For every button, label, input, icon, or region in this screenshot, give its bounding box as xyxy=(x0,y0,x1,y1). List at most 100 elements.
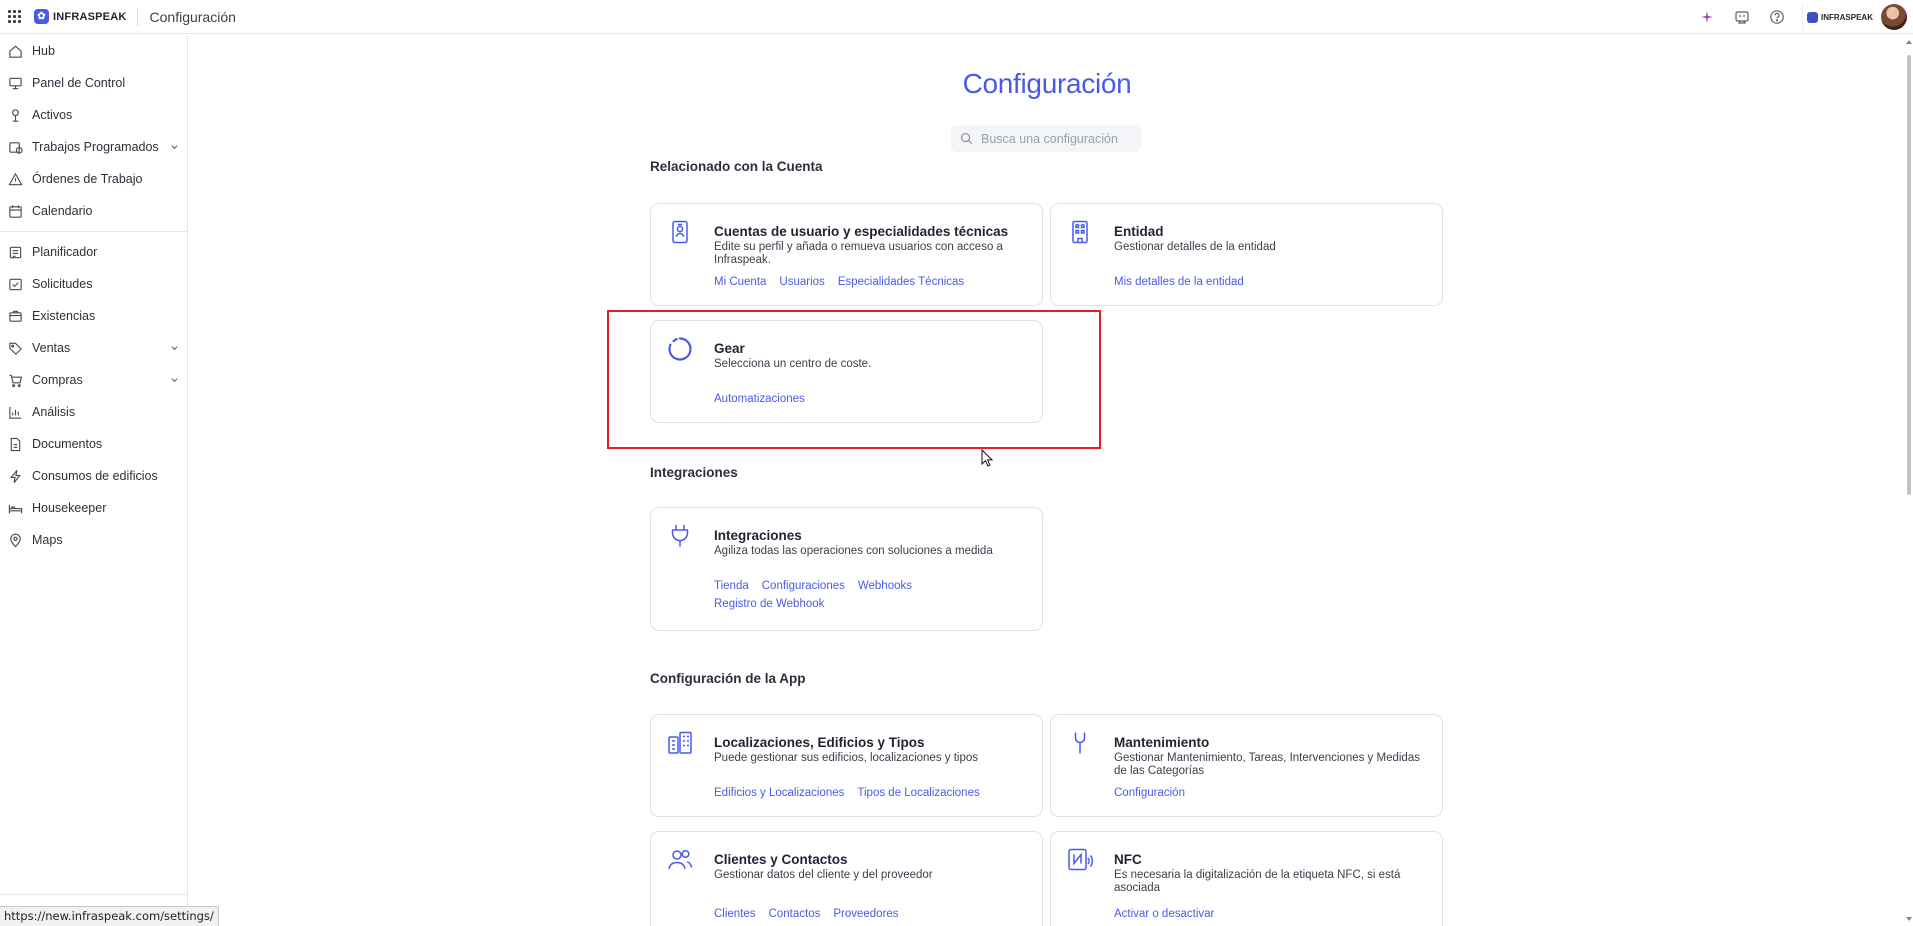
scroll-down-arrow-icon[interactable] xyxy=(1906,917,1912,921)
card-integrations[interactable]: Integraciones Agiliza todas las operacio… xyxy=(650,507,1043,631)
apps-grid-icon[interactable] xyxy=(8,9,22,24)
chevron-down-icon[interactable] xyxy=(170,343,179,352)
document-icon xyxy=(10,437,21,451)
sidebar: Hub Panel de Control Activos Trabajos Pr… xyxy=(0,35,188,926)
sidebar-item-documentos[interactable]: Documentos xyxy=(0,428,187,460)
scroll-up-arrow-icon[interactable] xyxy=(1906,40,1912,44)
link-tipos-localizaciones[interactable]: Tipos de Localizaciones xyxy=(857,787,979,799)
chevron-down-icon[interactable] xyxy=(170,375,179,384)
sidebar-item-panel-de-control[interactable]: Panel de Control xyxy=(0,67,187,99)
sidebar-item-trabajos-programados[interactable]: Trabajos Programados xyxy=(0,131,187,163)
home-icon xyxy=(9,45,22,58)
sidebar-item-label: Análisis xyxy=(32,405,76,419)
sidebar-item-label: Ventas xyxy=(32,341,71,355)
link-registro-webhook[interactable]: Registro de Webhook xyxy=(714,598,824,610)
sidebar-item-maps[interactable]: Maps xyxy=(0,524,187,556)
sidebar-item-activos[interactable]: Activos xyxy=(0,99,187,131)
card-title: Clientes y Contactos xyxy=(714,852,848,867)
card-title: Gear xyxy=(714,341,745,356)
sidebar-item-label: Trabajos Programados xyxy=(32,140,159,154)
card-description: Gestionar Mantenimiento, Tareas, Interve… xyxy=(1114,752,1420,777)
link-especialidades-tecnicas[interactable]: Especialidades Técnicas xyxy=(838,276,964,288)
chart-icon xyxy=(9,406,22,419)
sidebar-item-existencias[interactable]: Existencias xyxy=(0,300,187,332)
link-usuarios[interactable]: Usuarios xyxy=(779,276,824,288)
link-tienda[interactable]: Tienda xyxy=(714,580,749,592)
section-title-app: Configuración de la App xyxy=(650,671,806,686)
sidebar-item-housekeeper[interactable]: Housekeeper xyxy=(0,492,187,524)
divider xyxy=(136,7,138,26)
stock-icon xyxy=(9,310,22,322)
sidebar-item-analisis[interactable]: Análisis xyxy=(0,396,187,428)
chevron-down-icon[interactable] xyxy=(170,142,179,151)
sidebar-item-label: Hub xyxy=(32,44,55,58)
sidebar-item-ventas[interactable]: Ventas xyxy=(0,332,187,364)
card-maintenance[interactable]: Mantenimiento Gestionar Mantenimiento, T… xyxy=(1050,714,1443,817)
card-entity[interactable]: Entidad Gestionar detalles de la entidad… xyxy=(1050,203,1443,306)
company-switcher[interactable]: INFRASPEAK xyxy=(1801,4,1877,30)
sidebar-item-solicitudes[interactable]: Solicitudes xyxy=(0,268,187,300)
link-mis-detalles-entidad[interactable]: Mis detalles de la entidad xyxy=(1114,276,1244,288)
link-proveedores[interactable]: Proveedores xyxy=(833,908,898,920)
sidebar-item-label: Panel de Control xyxy=(32,76,126,90)
avatar[interactable] xyxy=(1881,4,1907,30)
search-input[interactable] xyxy=(981,131,1131,146)
card-nfc[interactable]: NFC Es necesaria la digitalización de la… xyxy=(1050,831,1443,926)
bed-icon xyxy=(8,504,23,513)
sidebar-item-label: Existencias xyxy=(32,309,96,323)
brand-name: INFRASPEAK xyxy=(53,10,127,23)
link-edificios-localizaciones[interactable]: Edificios y Localizaciones xyxy=(714,787,844,799)
sidebar-divider xyxy=(0,231,187,232)
sidebar-item-label: Compras xyxy=(32,373,83,387)
sparkle-icon[interactable] xyxy=(1698,8,1716,26)
card-user-accounts[interactable]: Cuentas de usuario y especialidades técn… xyxy=(650,203,1043,306)
card-title: Mantenimiento xyxy=(1114,735,1210,750)
link-configuraciones[interactable]: Configuraciones xyxy=(762,580,845,592)
sidebar-item-hub[interactable]: Hub xyxy=(0,35,187,67)
card-links: Activar o desactivar xyxy=(1114,908,1434,920)
link-configuracion[interactable]: Configuración xyxy=(1114,787,1185,799)
card-gear[interactable]: Gear Selecciona un centro de coste. Auto… xyxy=(650,320,1043,423)
sidebar-item-label: Planificador xyxy=(32,245,98,259)
sidebar-item-planificador[interactable]: Planificador xyxy=(0,236,187,268)
brand-logo[interactable]: ✿ INFRASPEAK xyxy=(34,9,127,24)
card-locations[interactable]: Localizaciones, Edificios y Tipos Puede … xyxy=(650,714,1043,817)
sidebar-item-calendario[interactable]: Calendario xyxy=(0,195,187,227)
card-clients[interactable]: Clientes y Contactos Gestionar datos del… xyxy=(650,831,1043,926)
card-links: Automatizaciones xyxy=(714,393,1034,405)
scheduled-work-icon xyxy=(9,141,23,154)
link-contactos[interactable]: Contactos xyxy=(769,908,821,920)
link-activar-desactivar[interactable]: Activar o desactivar xyxy=(1114,908,1214,920)
sidebar-item-consumos-de-edificios[interactable]: Consumos de edificios xyxy=(0,460,187,492)
sidebar-item-label: Órdenes de Trabajo xyxy=(32,172,143,186)
sidebar-item-label: Calendario xyxy=(32,204,93,218)
plug-icon xyxy=(671,525,689,547)
card-title: Localizaciones, Edificios y Tipos xyxy=(714,735,925,750)
link-mi-cuenta[interactable]: Mi Cuenta xyxy=(714,276,766,288)
building-icon xyxy=(1072,220,1088,244)
search-box[interactable] xyxy=(951,125,1141,152)
requests-icon xyxy=(9,278,22,290)
lightning-icon xyxy=(10,469,21,483)
scrollbar-thumb[interactable] xyxy=(1907,55,1911,495)
sidebar-item-label: Documentos xyxy=(32,437,103,451)
assistant-icon[interactable] xyxy=(1733,8,1751,26)
link-clientes[interactable]: Clientes xyxy=(714,908,756,920)
help-icon[interactable] xyxy=(1768,8,1786,26)
sidebar-item-compras[interactable]: Compras xyxy=(0,364,187,396)
link-automatizaciones[interactable]: Automatizaciones xyxy=(714,393,805,405)
assets-icon xyxy=(12,108,19,122)
logo-mark-icon: ✿ xyxy=(34,9,49,24)
sidebar-item-label: Consumos de edificios xyxy=(32,469,158,483)
top-bar: ✿ INFRASPEAK Configuración INFRASPEAK xyxy=(0,0,1913,34)
calendar-icon xyxy=(9,204,22,218)
card-description: Es necesaria la digitalización de la eti… xyxy=(1114,869,1401,894)
vertical-scrollbar[interactable] xyxy=(1905,35,1913,926)
status-bar-url: https://new.infraspeak.com/settings/ xyxy=(0,906,219,926)
tag-icon xyxy=(9,342,22,355)
card-title: NFC xyxy=(1114,852,1142,867)
card-links: Mi Cuenta Usuarios Especialidades Técnic… xyxy=(714,276,1034,288)
link-webhooks[interactable]: Webhooks xyxy=(858,580,912,592)
wrench-icon xyxy=(1074,732,1086,754)
sidebar-item-ordenes-de-trabajo[interactable]: Órdenes de Trabajo xyxy=(0,163,187,195)
